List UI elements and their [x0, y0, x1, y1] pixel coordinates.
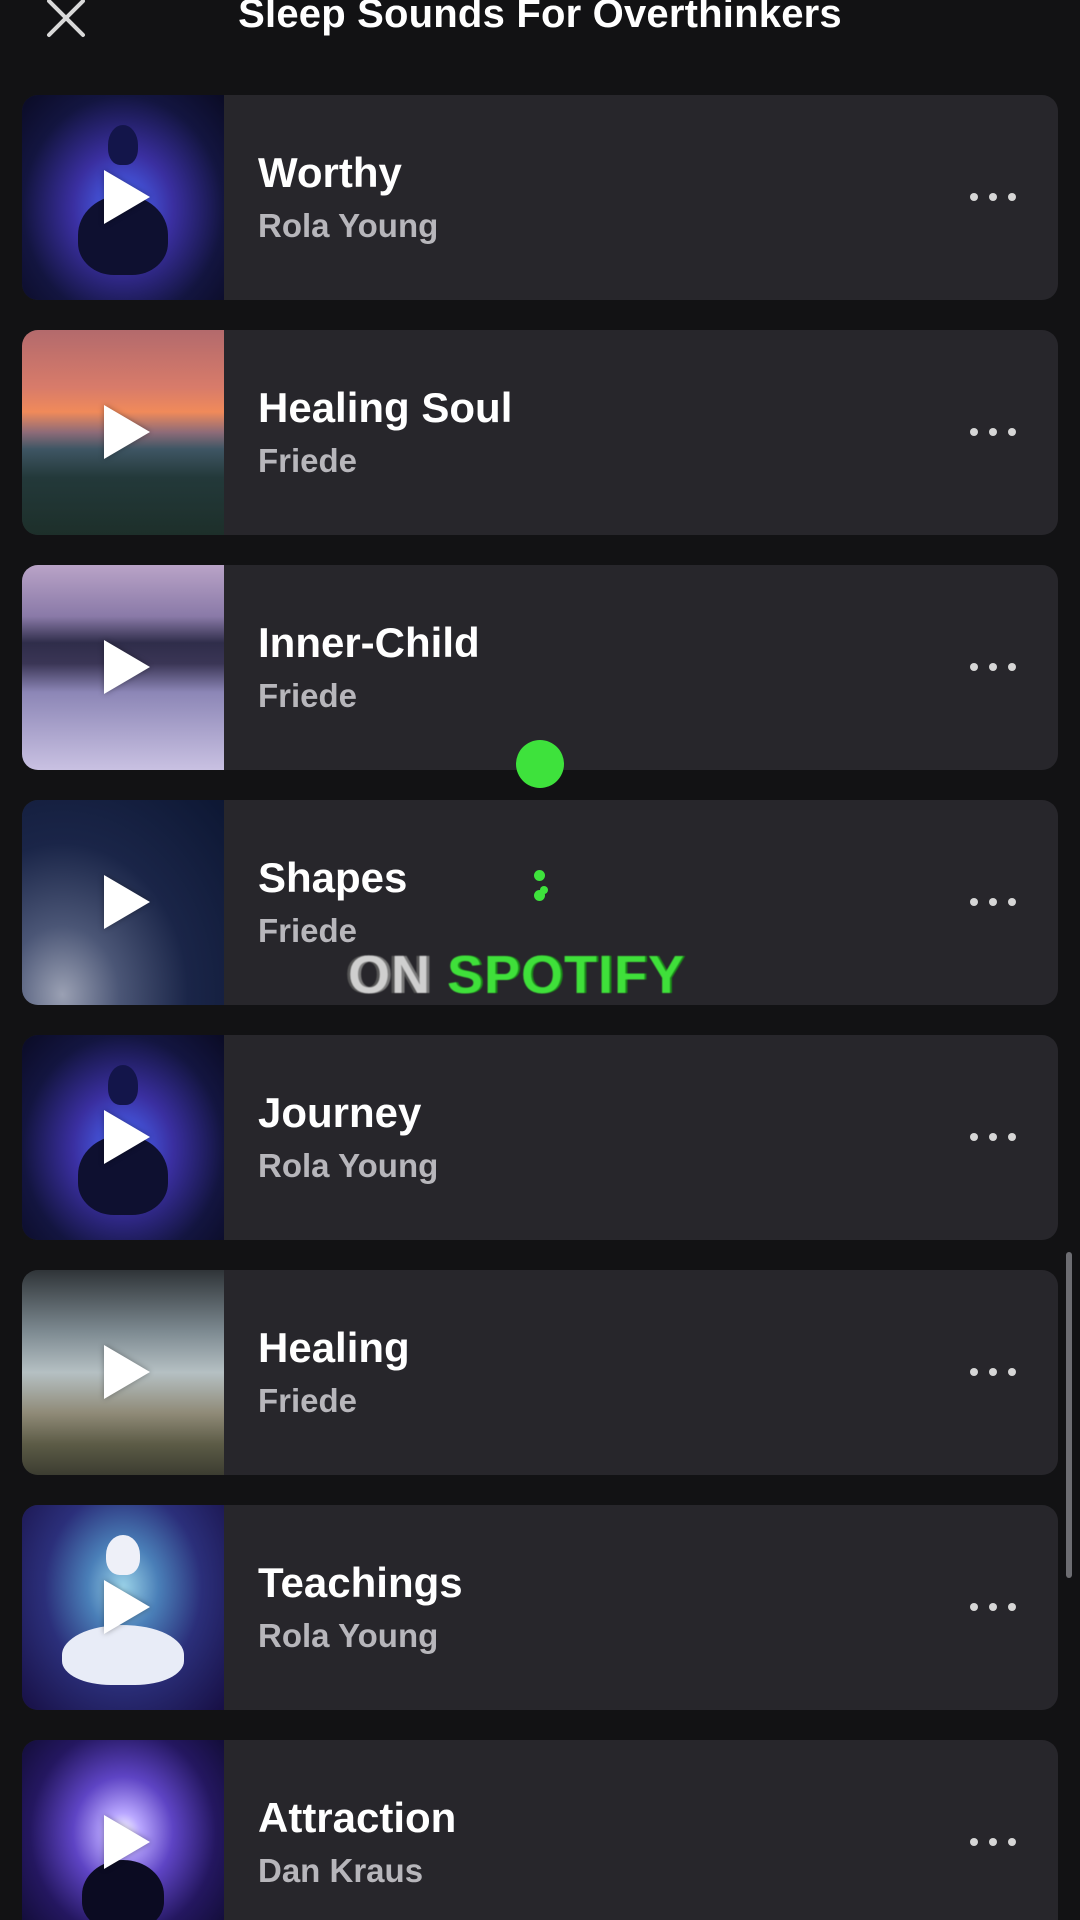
more-options-icon[interactable]: [970, 1603, 1016, 1611]
track-title: Teachings: [258, 1559, 463, 1606]
album-art[interactable]: [22, 330, 224, 535]
track-title: Journey: [258, 1089, 422, 1136]
track-row[interactable]: Attraction Dan Kraus: [22, 1740, 1058, 1920]
header: Sleep Sounds For Overthinkers: [0, 0, 1080, 60]
album-art[interactable]: [22, 1505, 224, 1710]
play-icon[interactable]: [104, 1110, 150, 1164]
track-artist: Friede: [258, 912, 358, 949]
green-dot-overlay: [534, 890, 545, 901]
play-icon[interactable]: [104, 1345, 150, 1399]
track-artist: Rola Young: [258, 1147, 439, 1184]
track-title: Healing: [258, 1324, 410, 1371]
track-row[interactable]: Teachings Rola Young: [22, 1505, 1058, 1710]
album-art[interactable]: [22, 1270, 224, 1475]
album-art[interactable]: [22, 1740, 224, 1920]
album-art[interactable]: [22, 565, 224, 770]
track-artist: Friede: [258, 1382, 358, 1419]
track-artist: Rola Young: [258, 207, 439, 244]
green-dot-overlay: [516, 740, 564, 788]
album-art[interactable]: [22, 1035, 224, 1240]
track-row[interactable]: Healing Soul Friede: [22, 330, 1058, 535]
play-icon[interactable]: [104, 875, 150, 929]
overlay-brand: SPOTIFY: [447, 945, 686, 1005]
more-options-icon[interactable]: [970, 663, 1016, 671]
track-title: Shapes: [258, 854, 408, 901]
track-list: Worthy Rola Young Healing Soul Friede In…: [22, 95, 1058, 1920]
playlist-title: Sleep Sounds For Overthinkers: [238, 0, 842, 36]
album-art[interactable]: [22, 95, 224, 300]
green-dot-overlay: [534, 870, 545, 881]
spotify-overlay-caption: ON SPOTIFY: [348, 944, 685, 1006]
more-options-icon[interactable]: [970, 898, 1016, 906]
play-icon[interactable]: [104, 405, 150, 459]
overlay-prefix: ON: [348, 945, 431, 1005]
album-art[interactable]: [22, 800, 224, 1005]
track-title: Inner-Child: [258, 619, 480, 666]
track-row[interactable]: Journey Rola Young: [22, 1035, 1058, 1240]
play-icon[interactable]: [104, 640, 150, 694]
playlist-screen: Sleep Sounds For Overthinkers Worthy Rol…: [0, 0, 1080, 1920]
track-row[interactable]: Healing Friede: [22, 1270, 1058, 1475]
track-artist: Friede: [258, 442, 358, 479]
play-icon[interactable]: [104, 1580, 150, 1634]
more-options-icon[interactable]: [970, 428, 1016, 436]
track-artist: Rola Young: [258, 1617, 439, 1654]
scrollbar[interactable]: [1066, 1252, 1072, 1578]
more-options-icon[interactable]: [970, 1368, 1016, 1376]
track-row[interactable]: Worthy Rola Young: [22, 95, 1058, 300]
more-options-icon[interactable]: [970, 1133, 1016, 1141]
track-title: Worthy: [258, 149, 402, 196]
more-options-icon[interactable]: [970, 193, 1016, 201]
track-title: Healing Soul: [258, 384, 513, 431]
more-options-icon[interactable]: [970, 1838, 1016, 1846]
play-icon[interactable]: [104, 1815, 150, 1869]
track-artist: Dan Kraus: [258, 1852, 424, 1889]
track-title: Attraction: [258, 1794, 457, 1841]
play-icon[interactable]: [104, 170, 150, 224]
track-artist: Friede: [258, 677, 358, 714]
